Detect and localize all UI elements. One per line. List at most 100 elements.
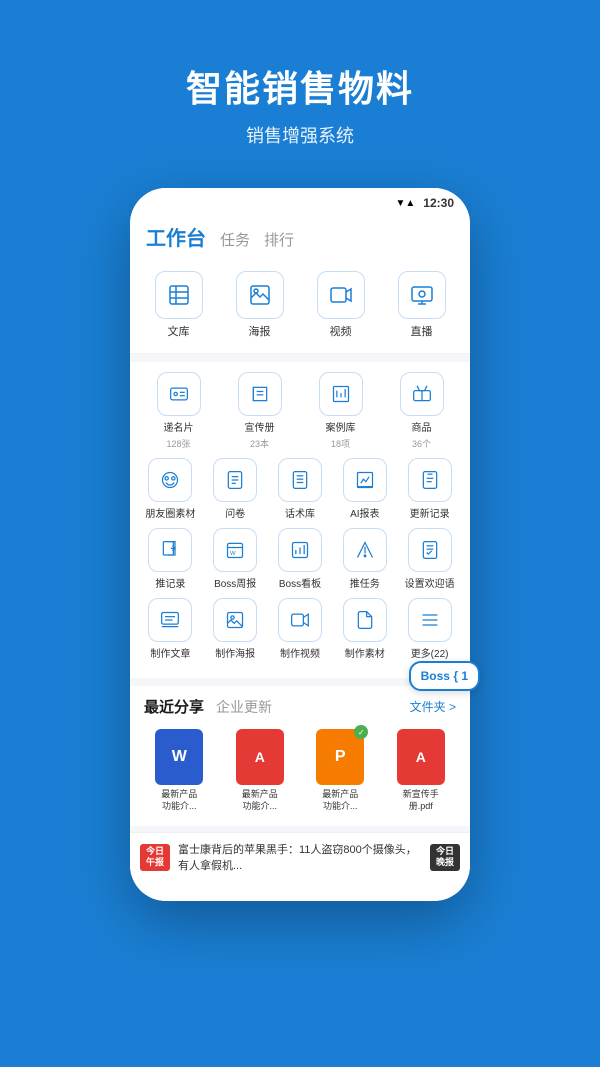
file-name-4: 新宣传手册.pdf — [403, 789, 439, 812]
bossweek-label: Boss周报 — [214, 575, 256, 590]
grid-item-moments[interactable]: 朋友圈素材 — [138, 458, 203, 520]
grid-section-1: 递名片 128张 宣传册 23本 — [130, 362, 470, 678]
quick-icon-live[interactable]: 直播 — [381, 271, 462, 339]
file-name-1: 最新产品功能介... — [161, 789, 197, 812]
file-icon-word: W — [155, 729, 203, 785]
live-label: 直播 — [411, 323, 433, 339]
pushlog-label: 推记录 — [155, 575, 185, 590]
grid-item-brochure[interactable]: 宣传册 23本 — [219, 372, 300, 450]
phone-screen: ▼▲ 12:30 工作台 任务 排行 — [130, 188, 470, 901]
more-label: 更多(22) — [411, 645, 449, 660]
grid-item-welcome[interactable]: 设置欢迎语 — [397, 528, 462, 590]
updatelog-icon — [408, 458, 452, 502]
grid-item-bossboard[interactable]: Boss看板 — [268, 528, 333, 590]
moments-icon — [148, 458, 192, 502]
brochure-label: 宣传册 — [245, 419, 275, 434]
file-card-4[interactable]: A 新宣传手册.pdf — [386, 729, 457, 812]
poster-label: 海报 — [249, 323, 271, 339]
boss-badge[interactable]: Boss { 1 — [409, 661, 480, 691]
grid-item-updatelog[interactable]: 更新记录 — [397, 458, 462, 520]
grid-item-product[interactable]: 商品 36个 — [381, 372, 462, 450]
survey-icon — [213, 458, 257, 502]
section-folder-link[interactable]: 文件夹 > — [410, 698, 456, 715]
video-icon — [317, 271, 365, 319]
file-icon-ppt: P ✓ — [316, 729, 364, 785]
section-tab-enterprise[interactable]: 企业更新 — [216, 697, 272, 717]
grid-item-scripts[interactable]: 话术库 — [268, 458, 333, 520]
file-cards-row: W 最新产品功能介... A 最新产品功能介... P ✓ 最新产品功能介... — [130, 723, 470, 826]
file-check-icon: ✓ — [354, 725, 368, 739]
wifi-icon: ▼▲ — [396, 198, 416, 209]
quick-icons-row: 文库 海报 — [130, 261, 470, 354]
phone-bottom — [130, 881, 470, 901]
grid-item-pushlog[interactable]: 推记录 — [138, 528, 203, 590]
section-tab-recent[interactable]: 最近分享 — [144, 696, 204, 717]
grid-item-make-video[interactable]: 制作视频 — [268, 598, 333, 660]
bossweek-icon: W — [213, 528, 257, 572]
scripts-label: 话术库 — [285, 505, 315, 520]
file-card-2[interactable]: A 最新产品功能介... — [225, 729, 296, 812]
status-icons: ▼▲ — [396, 198, 416, 209]
grid-item-make-poster[interactable]: 制作海报 — [203, 598, 268, 660]
app-title: 智能销售物料 — [0, 60, 600, 112]
bossboard-label: Boss看板 — [279, 575, 321, 590]
nav-item-tasks[interactable]: 任务 — [220, 229, 250, 250]
quick-icon-video[interactable]: 视频 — [300, 271, 381, 339]
grid-item-bossweek[interactable]: W Boss周报 — [203, 528, 268, 590]
file-icon-pdf1: A — [236, 729, 284, 785]
caselib-label: 案例库 — [326, 419, 356, 434]
svg-text:W: W — [230, 551, 236, 557]
bossboard-icon — [278, 528, 322, 572]
namecard-label: 递名片 — [164, 419, 194, 434]
pushtask-label: 推任务 — [350, 575, 380, 590]
grid-row-1: 递名片 128张 宣传册 23本 — [138, 372, 462, 450]
file-name-2: 最新产品功能介... — [242, 789, 278, 812]
product-icon — [400, 372, 444, 416]
quick-icon-poster[interactable]: 海报 — [219, 271, 300, 339]
grid-item-make-article[interactable]: 制作文章 — [138, 598, 203, 660]
status-bar: ▼▲ 12:30 — [130, 188, 470, 214]
file-card-3[interactable]: P ✓ 最新产品功能介... — [305, 729, 376, 812]
grid-item-caselib[interactable]: 案例库 18项 — [300, 372, 381, 450]
scripts-icon — [278, 458, 322, 502]
grid-item-more[interactable]: 更多(22) — [397, 598, 462, 660]
app-subtitle: 销售增强系统 — [0, 122, 600, 148]
file-card-1[interactable]: W 最新产品功能介... — [144, 729, 215, 812]
library-icon — [155, 271, 203, 319]
aireport-label: AI报表 — [350, 505, 379, 520]
aireport-icon — [343, 458, 387, 502]
survey-label: 问卷 — [225, 505, 245, 520]
welcome-icon — [408, 528, 452, 572]
make-video-label: 制作视频 — [280, 645, 320, 660]
product-label: 商品 — [412, 419, 432, 434]
welcome-label: 设置欢迎语 — [405, 575, 455, 590]
nav-title[interactable]: 工作台 — [146, 222, 206, 251]
nav-item-ranking[interactable]: 排行 — [264, 229, 294, 250]
pushtask-icon — [343, 528, 387, 572]
news-text: 富士康背后的苹果黑手：11人盗窃800个摄像头，有人拿假机... — [178, 841, 422, 873]
top-nav: 工作台 任务 排行 — [130, 214, 470, 261]
product-sub: 36个 — [412, 437, 431, 450]
library-label: 文库 — [168, 323, 190, 339]
grid-item-namecard[interactable]: 递名片 128张 — [138, 372, 219, 450]
brochure-sub: 23本 — [250, 437, 269, 450]
app-header: 智能销售物料 销售增强系统 — [0, 0, 600, 178]
status-time: 12:30 — [423, 196, 454, 210]
caselib-icon — [319, 372, 363, 416]
file-icon-pdf2: A — [397, 729, 445, 785]
namecard-icon — [157, 372, 201, 416]
grid-item-pushtask[interactable]: 推任务 — [332, 528, 397, 590]
grid-item-aireport[interactable]: AI报表 — [332, 458, 397, 520]
news-bar[interactable]: 今日午报 富士康背后的苹果黑手：11人盗窃800个摄像头，有人拿假机... 今日… — [130, 832, 470, 881]
grid-item-survey[interactable]: 问卷 — [203, 458, 268, 520]
pushlog-icon — [148, 528, 192, 572]
make-poster-label: 制作海报 — [215, 645, 255, 660]
news-badge-morning: 今日午报 — [140, 844, 170, 871]
quick-icon-library[interactable]: 文库 — [138, 271, 219, 339]
live-icon — [398, 271, 446, 319]
poster-icon — [236, 271, 284, 319]
grid-item-make-material[interactable]: 制作素材 — [332, 598, 397, 660]
news-badge-evening: 今日晚报 — [430, 844, 460, 871]
file-name-3: 最新产品功能介... — [322, 789, 358, 812]
make-material-label: 制作素材 — [345, 645, 385, 660]
